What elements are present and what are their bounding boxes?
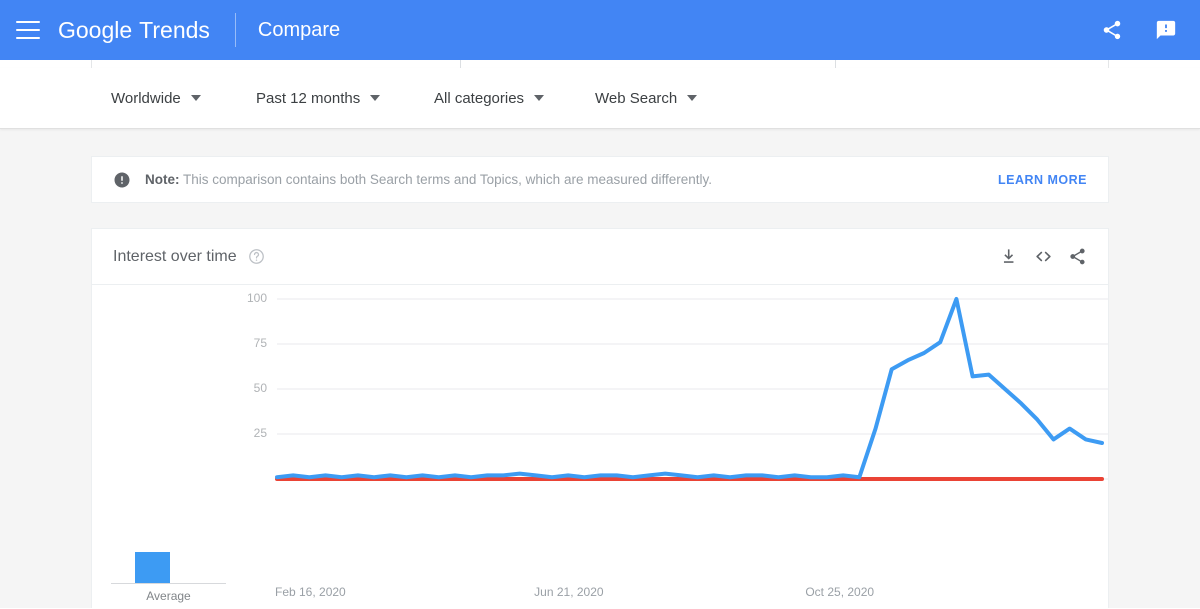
chevron-down-icon — [190, 95, 201, 101]
help-circle-icon[interactable] — [248, 248, 265, 265]
section-title: Interest over time — [113, 247, 237, 265]
page-title: Compare — [257, 18, 341, 41]
average-label: Average — [146, 589, 191, 603]
y-axis-tick-label: 100 — [246, 291, 267, 305]
note-body: This comparison contains both Search ter… — [179, 172, 713, 187]
chevron-down-icon — [370, 95, 381, 101]
filter-time-range-label: Past 12 months — [256, 89, 361, 107]
chart-line-search-term[interactable] — [275, 297, 1104, 480]
chart-actions — [992, 240, 1094, 274]
chevron-down-icon — [534, 95, 545, 101]
average-bar-area — [111, 535, 226, 584]
note-banner: Note: This comparison contains both Sear… — [91, 156, 1109, 203]
average-bar[interactable] — [135, 552, 170, 583]
share-icon[interactable] — [1092, 10, 1132, 50]
brand-google-text: Google — [58, 16, 133, 43]
share-icon[interactable] — [1060, 240, 1094, 274]
google-trends-compare-page: Google Trends Compare Worldwide Past 12 … — [0, 0, 1200, 608]
filter-category[interactable]: All categories — [434, 89, 545, 107]
comparison-card-divider-1 — [460, 60, 461, 68]
exclamation-circle-icon — [113, 171, 131, 189]
y-axis-tick-label: 75 — [253, 336, 267, 350]
comparison-cards-remnant — [91, 60, 1109, 68]
download-icon[interactable] — [992, 240, 1026, 274]
feedback-icon[interactable] — [1146, 10, 1186, 50]
average-legend: Average — [111, 535, 226, 603]
x-axis-tick-label: Feb 16, 2020 — [275, 585, 346, 599]
brand-trends-text: Trends — [139, 16, 210, 43]
chevron-down-icon — [687, 95, 698, 101]
filter-category-label: All categories — [434, 89, 525, 107]
app-header-bar: Google Trends Compare — [0, 0, 1200, 60]
chart-plot-area: 100 75 50 25 Feb 16, 2020 Jun 21, 2020 Oct 25… — [237, 285, 1108, 609]
header-divider — [234, 13, 236, 47]
filter-search-type-label: Web Search — [595, 89, 678, 107]
filter-geo[interactable]: Worldwide — [111, 90, 201, 107]
note-prefix: Note: — [145, 172, 180, 187]
note-text: Note: This comparison contains both Sear… — [145, 172, 712, 187]
chart-svg[interactable] — [237, 285, 1108, 609]
y-axis-tick-label: 25 — [253, 426, 267, 440]
embed-code-icon[interactable] — [1026, 240, 1060, 274]
x-axis-tick-label: Jun 21, 2020 — [534, 585, 604, 599]
filter-search-type[interactable]: Web Search — [595, 89, 698, 107]
interest-over-time-chart: Average 100 75 50 25 Feb 16, 2020 Jun 21, 20… — [92, 285, 1108, 609]
google-trends-logo[interactable]: Google Trends — [58, 17, 210, 44]
filter-bar: Worldwide Past 12 months All categories … — [0, 68, 1200, 129]
comparison-card-divider-2 — [835, 60, 836, 68]
x-axis-tick-label: Oct 25, 2020 — [805, 585, 875, 599]
interest-over-time-header: Interest over time — [92, 229, 1108, 285]
hamburger-menu-icon[interactable] — [16, 21, 40, 39]
learn-more-link[interactable]: LEARN MORE — [998, 173, 1087, 187]
filter-time-range[interactable]: Past 12 months — [256, 89, 381, 107]
interest-over-time-card: Interest over time Average 100 75 50 25 … — [91, 228, 1109, 608]
chart-gridlines — [277, 298, 1108, 435]
y-axis-tick-label: 50 — [253, 381, 267, 395]
filter-geo-label: Worldwide — [111, 89, 181, 107]
